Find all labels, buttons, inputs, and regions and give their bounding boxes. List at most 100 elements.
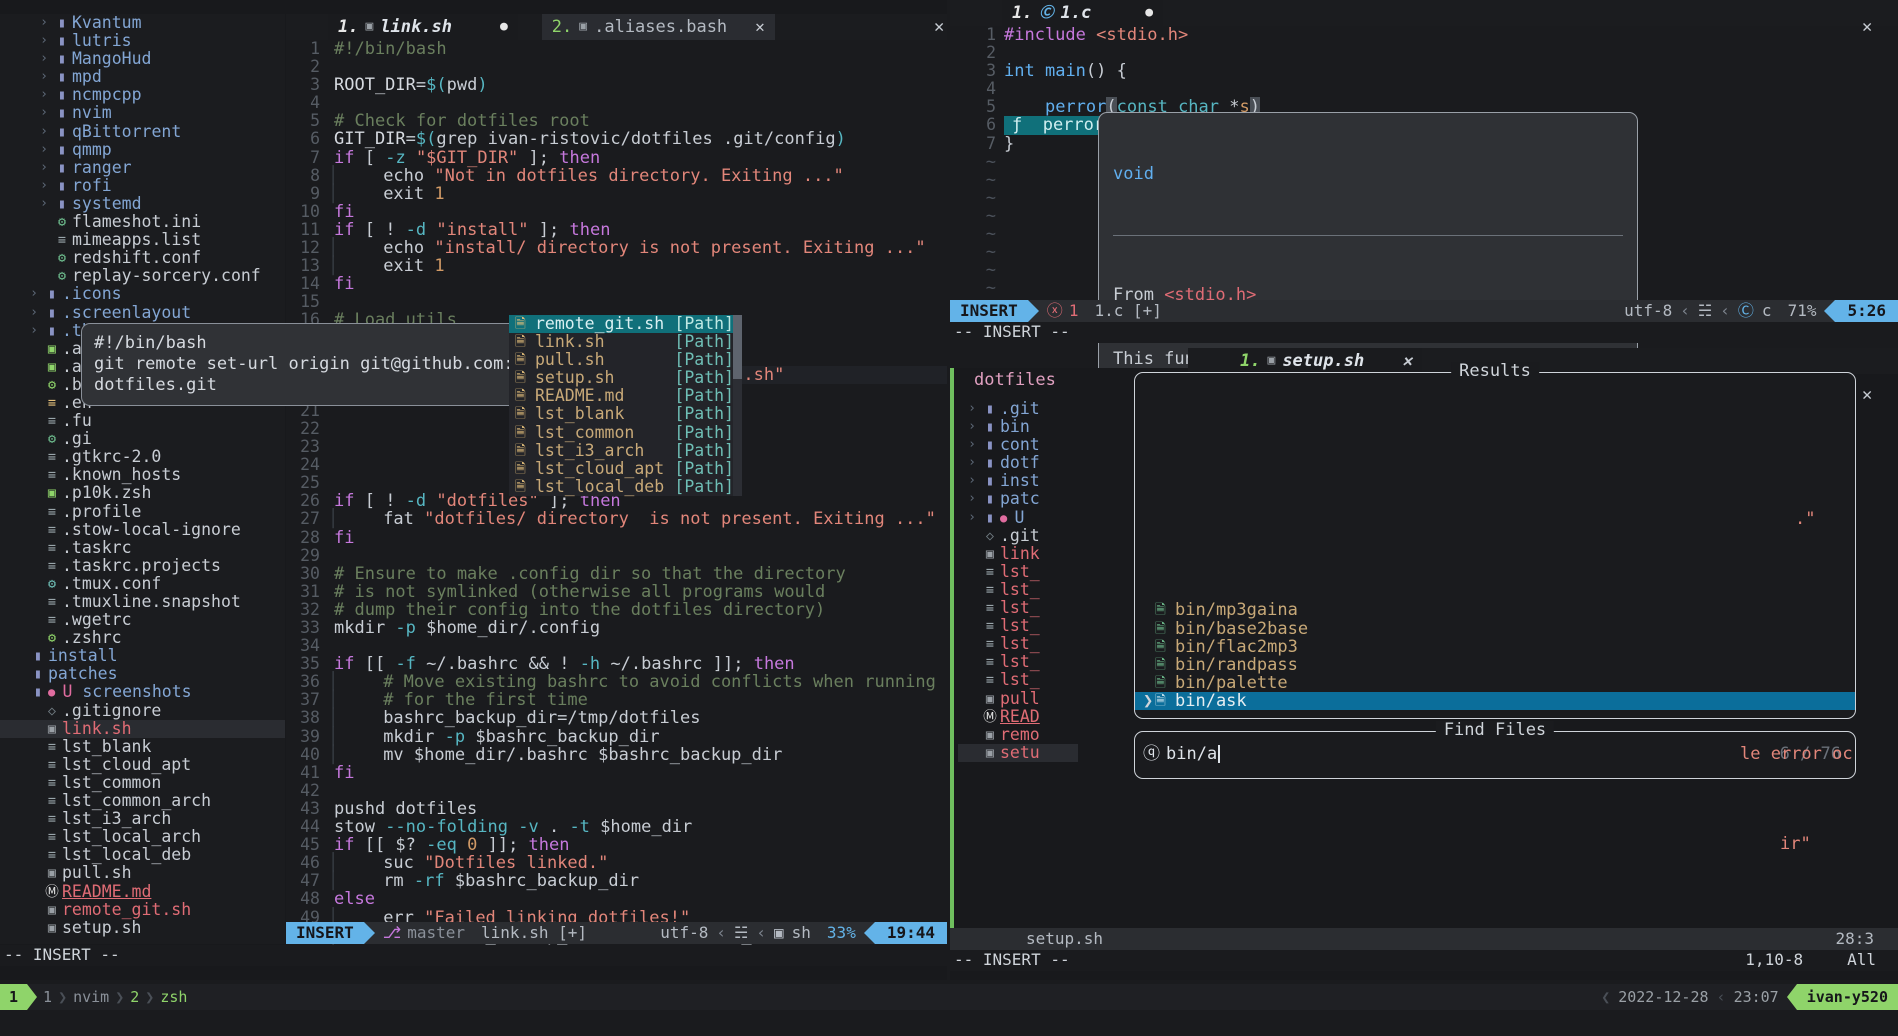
completion-scrollbar-thumb[interactable] bbox=[733, 315, 742, 379]
code-line[interactable]: 4 bbox=[950, 80, 1898, 98]
tab-link-sh[interactable]: 1. ▣ link.sh ● bbox=[328, 14, 518, 40]
code-line[interactable]: 44 stow --no-folding -v . -t $home_dir bbox=[286, 817, 947, 836]
tree-item[interactable]: ▣ link bbox=[958, 544, 1078, 563]
completion-item[interactable]: 🗎 pull.sh [Path] bbox=[509, 351, 742, 369]
code-line[interactable]: 3 int main() { bbox=[950, 62, 1898, 81]
tree-item[interactable]: ▣ remo bbox=[958, 725, 1078, 744]
tree-item[interactable]: ≡ lst_ bbox=[958, 671, 1078, 689]
left-code-area[interactable]: 1 #!/bin/bash 2 3 ROOT_DIR=$(pwd) 4 5 # Check f… bbox=[286, 39, 947, 963]
code-line[interactable]: 43 pushd dotfiles bbox=[286, 799, 947, 818]
completion-item[interactable]: 🗎 README.md [Path] bbox=[509, 387, 742, 405]
code-line[interactable]: 2 bbox=[286, 57, 947, 76]
completion-item[interactable]: 🗎 lst_common [Path] bbox=[509, 423, 742, 442]
tree-item[interactable]: ≡ .tmuxline.snapshot bbox=[0, 592, 285, 611]
tree-item[interactable]: › ▮ ● U bbox=[958, 508, 1078, 527]
tree-item[interactable]: › ▮ ncmpcpp bbox=[0, 86, 285, 104]
tree-item[interactable]: › ▮ qBittorrent bbox=[0, 122, 285, 141]
code-line[interactable]: 45 if [[ $? -eq 0 ]]; then bbox=[286, 836, 947, 855]
tree-item[interactable]: ≡ lst_i3_arch bbox=[0, 810, 285, 828]
tree-item[interactable]: ⚙ .gi bbox=[0, 430, 285, 448]
chevron-right-icon[interactable]: › bbox=[964, 490, 980, 508]
telescope-result-item[interactable]: 🗎 bin/palette bbox=[1135, 674, 1855, 692]
tab-1-c[interactable]: 1. Ⓒ 1.c ● bbox=[1002, 0, 1164, 26]
code-line[interactable]: 11 if [ ! -d "install" ]; then bbox=[286, 220, 947, 239]
tree-item[interactable]: ▮ ● U screenshots bbox=[0, 683, 285, 701]
tree-item[interactable]: ≡ lst_local_deb bbox=[0, 846, 285, 864]
code-line[interactable]: 9 │ exit 1 bbox=[286, 184, 947, 203]
code-line[interactable]: 37 │ # for the first time bbox=[286, 691, 947, 710]
code-line[interactable]: 42 bbox=[286, 781, 947, 800]
completion-item[interactable]: 🗎 lst_i3_arch [Path] bbox=[509, 441, 742, 460]
completion-scrollbar[interactable] bbox=[733, 315, 742, 496]
code-line[interactable]: 47 │ rm -rf $bashrc_backup_dir bbox=[286, 872, 947, 891]
telescope-result-item[interactable]: 🗎 bin/mp3gaina bbox=[1135, 601, 1855, 619]
completion-popup[interactable]: 🗎 remote_git.sh [Path] 🗎 link.sh [Path] 🗎 pull.… bbox=[509, 314, 742, 496]
tree-item[interactable]: ≡ lst_local_arch bbox=[0, 828, 285, 846]
chevron-right-icon[interactable]: › bbox=[36, 195, 52, 213]
code-line[interactable]: 36 │ # Move existing bashrc to avoid conf… bbox=[286, 673, 947, 692]
tree-item[interactable]: › ▮ MangoHud bbox=[0, 50, 285, 68]
chevron-right-icon[interactable]: › bbox=[964, 472, 980, 490]
chevron-right-icon[interactable]: › bbox=[26, 304, 42, 322]
code-line[interactable]: 29 bbox=[286, 546, 947, 565]
right-top-window-close-icon[interactable]: ✕ bbox=[1862, 18, 1872, 36]
completion-item[interactable]: 🗎 lst_cloud_apt [Path] bbox=[509, 459, 742, 478]
left-file-tree[interactable]: › ▮ Kvantum › ▮ lutris › ▮ MangoHud › ▮ mpd › ▮ ncmpcp… bbox=[0, 14, 285, 944]
tree-item[interactable]: › ▮ dotf bbox=[958, 454, 1078, 472]
code-line[interactable]: 1 #!/bin/bash bbox=[286, 39, 947, 58]
tree-item[interactable]: ≡ lst_ bbox=[958, 562, 1078, 581]
code-line[interactable]: 33 mkdir -p $home_dir/.config bbox=[286, 618, 947, 637]
completion-item[interactable]: 🗎 remote_git.sh [Path] bbox=[509, 314, 742, 334]
code-line[interactable]: 40 │ mv $home_dir/.bashrc $bashrc_backup_… bbox=[286, 745, 947, 764]
tree-item[interactable]: Ⓜ READ bbox=[958, 707, 1078, 726]
right-bottom-file-tree[interactable]: › ▮ .git › ▮ bin › ▮ cont › ▮ dotf › ▮ inst › ▮ patc › ▮ ● U… bbox=[958, 400, 1078, 920]
code-line[interactable]: 34 bbox=[286, 636, 947, 655]
tree-item[interactable]: › ▮ cont bbox=[958, 436, 1078, 454]
left-tabline[interactable]: 1. ▣ link.sh ● 2. ▣ .aliases.bash ✕ bbox=[286, 14, 947, 40]
tree-item[interactable]: › ▮ Kvantum bbox=[0, 14, 285, 32]
right-bottom-tabline[interactable]: 1. ▣ setup.sh ✕ bbox=[1188, 348, 1898, 374]
tree-item[interactable]: ≡ lst_ bbox=[958, 653, 1078, 671]
code-line[interactable]: 38 │ bashrc_backup_dir=/tmp/dotfiles bbox=[286, 709, 947, 728]
tree-item[interactable]: ≡ lst_common_arch bbox=[0, 791, 285, 810]
completion-item[interactable]: 🗎 link.sh [Path] bbox=[509, 332, 742, 351]
chevron-right-icon[interactable]: › bbox=[36, 86, 52, 104]
code-line[interactable]: 5 # Check for dotfiles root bbox=[286, 112, 947, 131]
telescope-result-item[interactable]: 🗎 bin/randpass bbox=[1135, 656, 1855, 674]
tree-item[interactable]: ≡ lst_ bbox=[958, 617, 1078, 635]
code-line[interactable]: 15 bbox=[286, 293, 947, 311]
telescope-result-item[interactable]: 🗎 bin/flac2mp3 bbox=[1135, 638, 1855, 656]
chevron-right-icon[interactable]: › bbox=[964, 454, 980, 472]
tree-item[interactable]: ◇ .git bbox=[958, 526, 1078, 545]
code-line[interactable]: 32 # dump their config into the dotfiles … bbox=[286, 600, 947, 619]
tree-item[interactable]: Ⓜ README.md bbox=[0, 882, 285, 901]
tab-aliases-bash[interactable]: 2. ▣ .aliases.bash ✕ bbox=[541, 14, 775, 40]
tab-close-icon[interactable]: ✕ bbox=[755, 17, 765, 36]
tree-item[interactable]: › ▮ ranger bbox=[0, 158, 285, 177]
tree-item[interactable]: ≡ lst_blank bbox=[0, 737, 285, 756]
tree-item[interactable]: ≡ lst_common bbox=[0, 773, 285, 792]
tree-item[interactable]: ≡ .stow-local-ignore bbox=[0, 520, 285, 539]
tree-item[interactable]: ▮ patches bbox=[0, 665, 285, 683]
tree-item[interactable]: ≡ .taskrc.projects bbox=[0, 556, 285, 575]
tree-item[interactable]: ▣ pull bbox=[958, 689, 1078, 708]
tree-item[interactable]: › ▮ systemd bbox=[0, 194, 285, 213]
tree-item[interactable]: ≡ lst_ bbox=[958, 598, 1078, 617]
code-line[interactable]: 31 # is not symlinked (otherwise all prog… bbox=[286, 582, 947, 601]
tree-item[interactable]: › ▮ nvim bbox=[0, 104, 285, 122]
code-line[interactable]: 30 # Ensure to make .config dir so that t… bbox=[286, 564, 947, 583]
chevron-right-icon[interactable]: › bbox=[36, 177, 52, 195]
chevron-right-icon[interactable]: › bbox=[964, 400, 980, 418]
tree-item[interactable]: › ▮ .icons bbox=[0, 285, 285, 303]
chevron-right-icon[interactable]: › bbox=[36, 14, 52, 32]
tree-item[interactable]: ⚙ redshift.conf bbox=[0, 249, 285, 267]
tree-item[interactable]: ≡ lst_cloud_apt bbox=[0, 755, 285, 774]
chevron-right-icon[interactable]: › bbox=[964, 418, 980, 436]
code-line[interactable]: 3 ROOT_DIR=$(pwd) bbox=[286, 76, 947, 95]
tree-item[interactable]: ▣ .p10k.zsh bbox=[0, 484, 285, 502]
tree-item[interactable]: › ▮ mpd bbox=[0, 68, 285, 86]
tree-item[interactable]: ≡ .known_hosts bbox=[0, 466, 285, 484]
tmux-window-2[interactable]: 2 ❯ zsh bbox=[124, 988, 193, 1006]
tree-item[interactable]: ▣ setu bbox=[958, 743, 1078, 762]
code-line[interactable]: 14 fi bbox=[286, 275, 947, 294]
